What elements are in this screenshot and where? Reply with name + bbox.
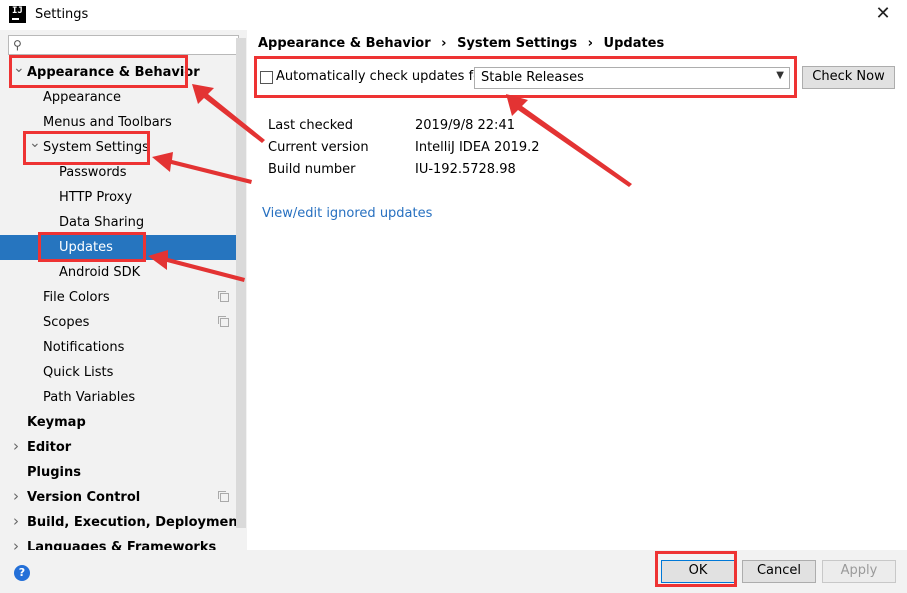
annotation-arrow xyxy=(152,152,252,184)
annotation-arrows xyxy=(148,84,632,282)
annotation-arrow xyxy=(192,84,265,143)
annotation-arrow xyxy=(506,94,632,187)
annotation-arrow xyxy=(148,250,245,282)
